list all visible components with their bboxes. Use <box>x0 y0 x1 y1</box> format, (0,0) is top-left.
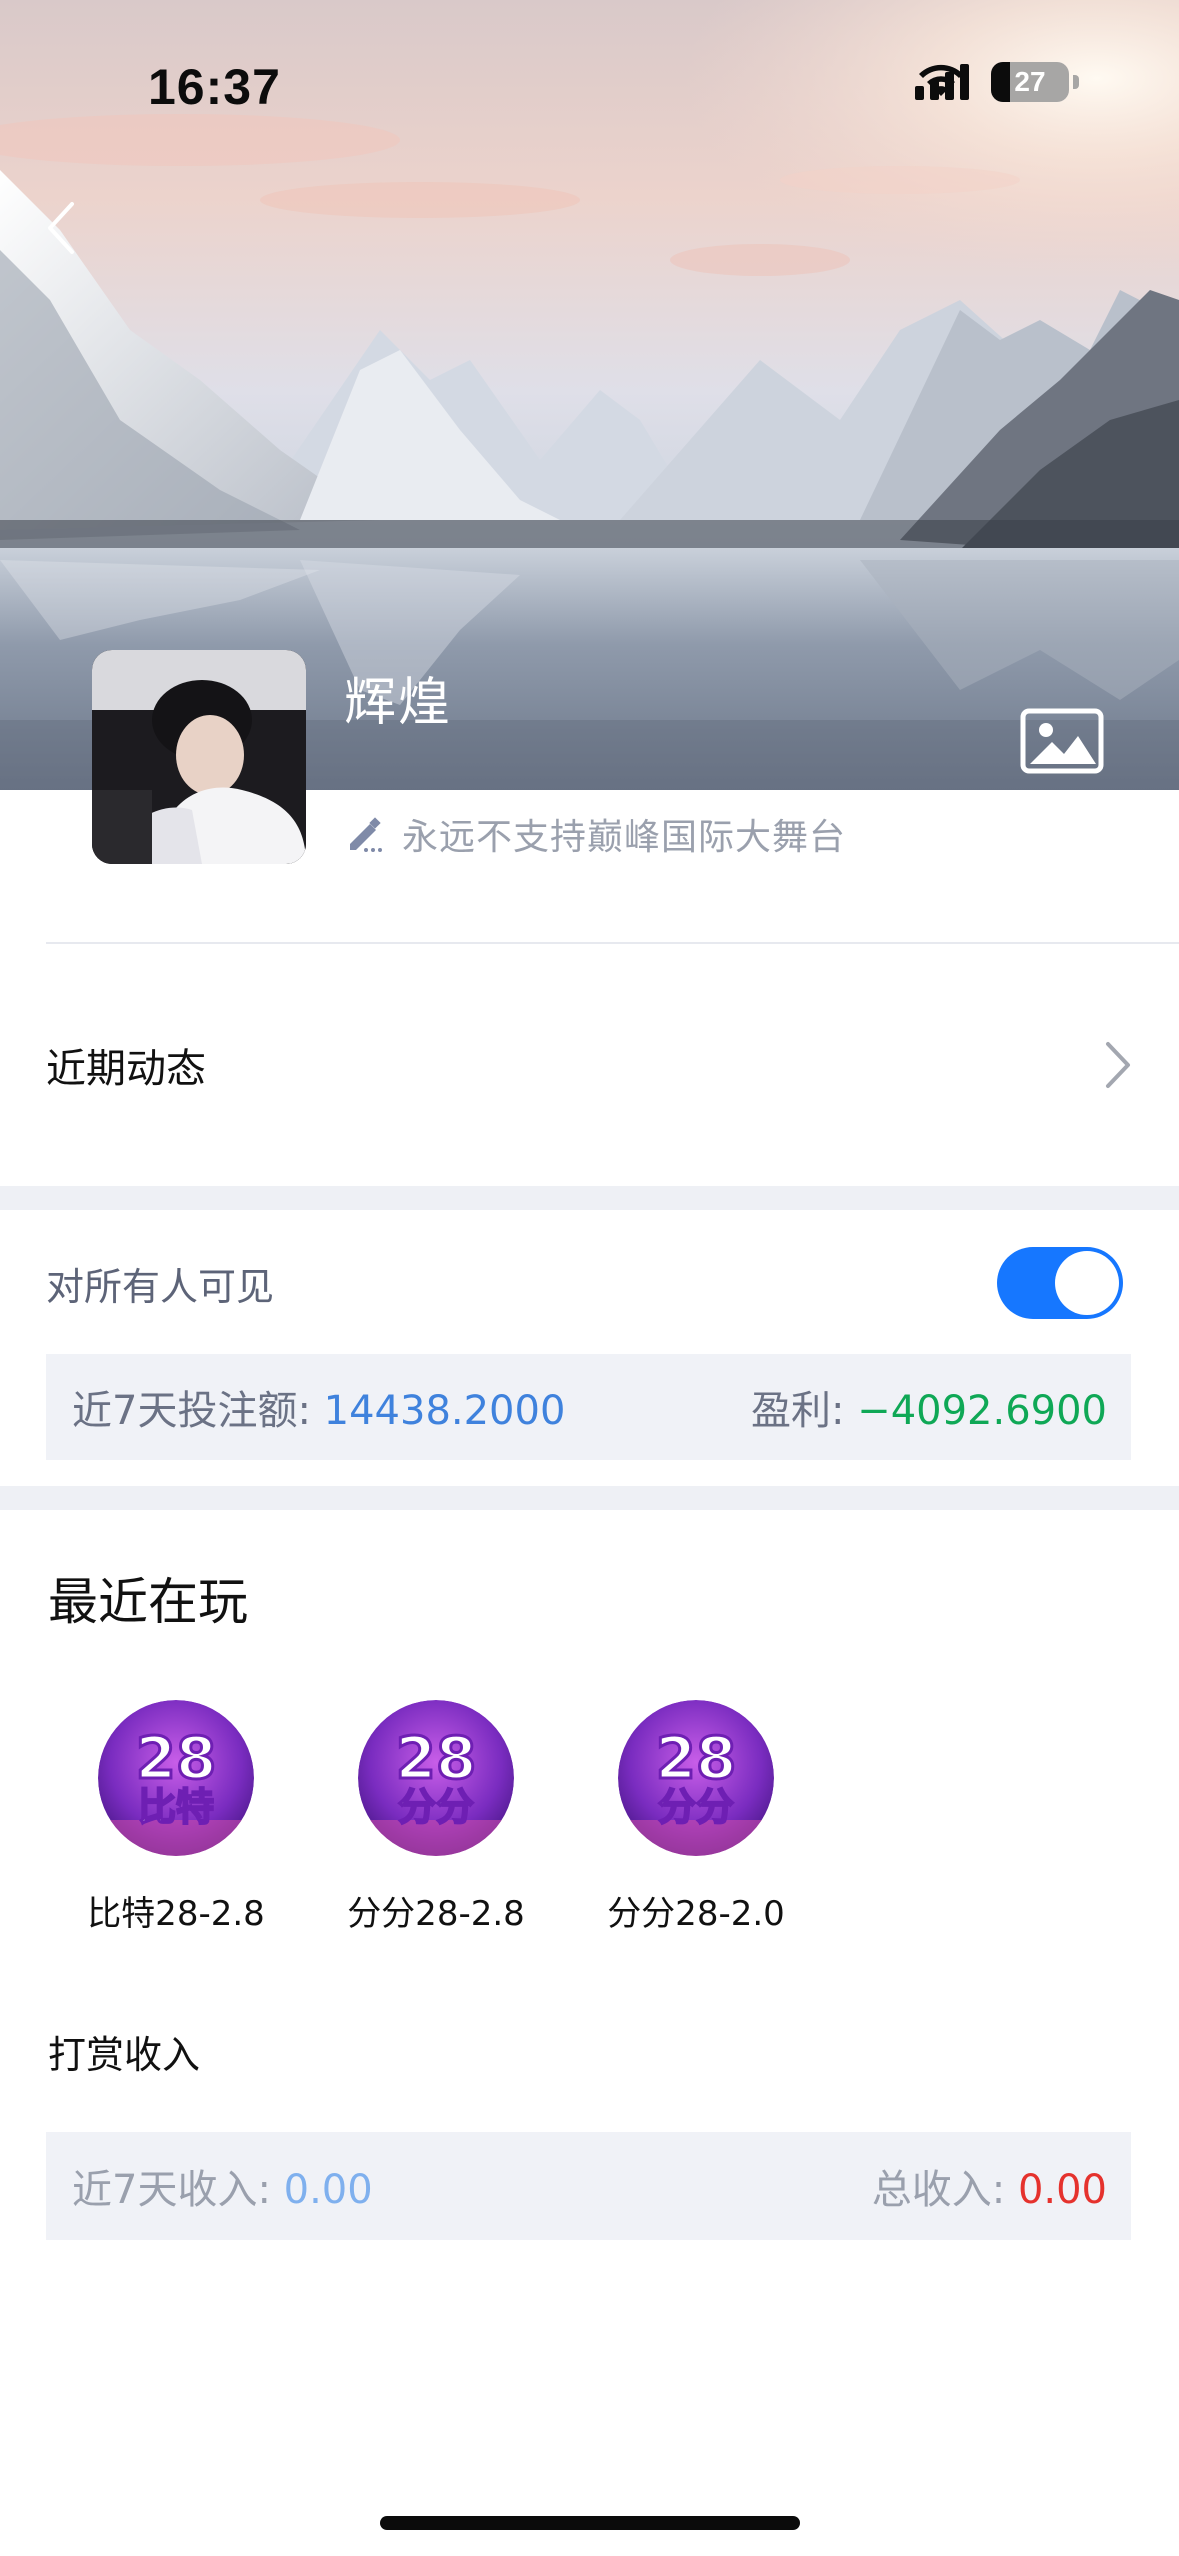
game-badge-number: 28 <box>396 1724 477 1792</box>
profile-avatar[interactable] <box>92 650 306 864</box>
wifi-icon <box>919 64 963 96</box>
profit-label: 盈利: <box>750 1388 858 1434</box>
total-income: 总收入: 0.00 <box>872 2157 1107 2215</box>
game-badge-graphic: 28 比特 <box>98 1700 254 1856</box>
bet-stats-panel: 近7天投注额: 14438.2000 盈利: −4092.6900 <box>46 1354 1131 1460</box>
total-income-value: 0.00 <box>1017 2167 1107 2213</box>
game-badge-graphic: 28 分分 <box>618 1700 774 1856</box>
game-name: 比特28-2.8 <box>87 1894 265 1934</box>
battery-icon: 27 <box>991 62 1069 102</box>
profit-value: −4092.6900 <box>857 1388 1107 1434</box>
toggle-knob <box>1055 1251 1119 1315</box>
bet-amount-value: 14438.2000 <box>323 1388 566 1434</box>
status-bar-indicators: 27 <box>915 62 1079 102</box>
visibility-toggle[interactable] <box>997 1247 1123 1319</box>
bet-amount-label: 近7天投注额: <box>72 1388 324 1434</box>
section-separator <box>0 1186 1179 1210</box>
recently-playing-title: 最近在玩 <box>48 1573 248 1631</box>
visibility-row: 对所有人可见 <box>46 1238 1123 1328</box>
home-indicator[interactable] <box>380 2516 800 2530</box>
game-icon: 28 分分 <box>618 1700 774 1856</box>
image-icon <box>1020 708 1104 774</box>
battery-tip <box>1073 75 1079 89</box>
game-badge-text: 比特 <box>138 1785 214 1829</box>
total-income-label: 总收入: <box>871 2167 1018 2213</box>
game-badge-text: 分分 <box>398 1785 474 1829</box>
signature-text: 永远不支持巅峰国际大舞台 <box>402 817 847 858</box>
back-chevron-icon <box>48 202 74 254</box>
divider <box>46 942 1179 944</box>
tip-income-title: 打赏收入 <box>48 2033 201 2077</box>
back-button[interactable] <box>44 200 104 270</box>
battery-level: 27 <box>1014 66 1046 97</box>
status-bar-time: 16:37 <box>148 59 281 115</box>
avatar-image <box>92 650 306 864</box>
game-item[interactable]: 28 比特 比特28-2.8 <box>46 1700 306 1935</box>
game-icon: 28 分分 <box>358 1700 514 1856</box>
profit: 盈利: −4092.6900 <box>751 1378 1107 1436</box>
game-item[interactable]: 28 分分 分分28-2.8 <box>306 1700 566 1935</box>
profile-name: 辉煌 <box>344 673 453 733</box>
bet-amount: 近7天投注额: 14438.2000 <box>72 1378 565 1436</box>
edit-pencil-icon <box>350 817 382 852</box>
game-icon: 28 比特 <box>98 1700 254 1856</box>
game-name: 分分28-2.0 <box>607 1894 785 1934</box>
game-name: 分分28-2.8 <box>347 1894 525 1934</box>
profile-signature[interactable]: 永远不支持巅峰国际大舞台 <box>344 808 846 860</box>
game-badge-number: 28 <box>656 1724 737 1792</box>
week-income: 近7天收入: 0.00 <box>72 2157 373 2215</box>
change-cover-button[interactable] <box>1020 708 1104 774</box>
visibility-label: 对所有人可见 <box>46 1264 275 1309</box>
section-separator <box>0 1486 1179 1510</box>
week-income-value: 0.00 <box>283 2167 373 2213</box>
game-badge-text: 分分 <box>658 1785 734 1829</box>
week-income-label: 近7天收入: <box>72 2167 284 2213</box>
tip-income-panel: 近7天收入: 0.00 总收入: 0.00 <box>46 2132 1131 2240</box>
recent-games-list: 28 比特 比特28-2.8 28 分分 分分28-2.8 28 分分 分分28… <box>46 1700 826 1935</box>
recent-activity-row[interactable]: 近期动态 <box>46 1010 1133 1120</box>
game-badge-number: 28 <box>136 1724 217 1792</box>
chevron-right-icon <box>1106 1042 1130 1088</box>
recent-activity-label: 近期动态 <box>46 1046 206 1092</box>
game-badge-graphic: 28 分分 <box>358 1700 514 1856</box>
game-item[interactable]: 28 分分 分分28-2.0 <box>566 1700 826 1935</box>
